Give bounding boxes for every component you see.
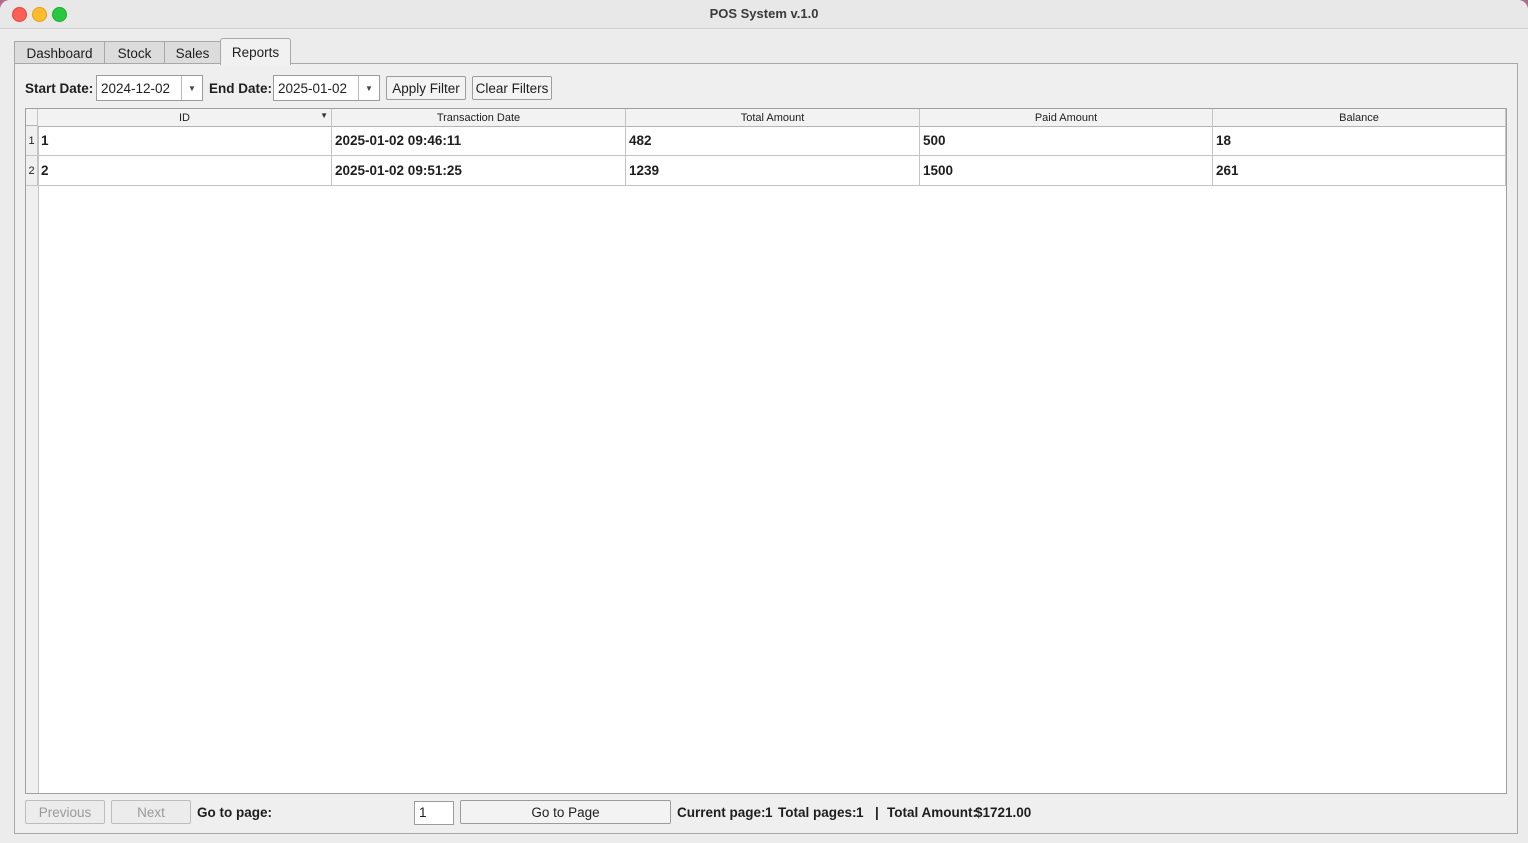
column-header-id[interactable]: ID ▼ bbox=[38, 109, 332, 126]
table-header-row: ID ▼ Transaction Date Total Amount Paid … bbox=[38, 109, 1506, 127]
chevron-down-icon[interactable]: ▼ bbox=[181, 76, 202, 100]
table-row[interactable]: 2 2 2025-01-02 09:51:25 1239 1500 261 bbox=[26, 156, 1506, 186]
window-title: POS System v.1.0 bbox=[709, 6, 819, 21]
end-date-picker[interactable]: 2025-01-02 ▼ bbox=[273, 75, 380, 101]
column-header-transaction-date[interactable]: Transaction Date bbox=[332, 109, 626, 126]
chevron-down-icon[interactable]: ▼ bbox=[358, 76, 379, 100]
tab-dashboard[interactable]: Dashboard bbox=[14, 41, 105, 64]
tab-reports[interactable]: Reports bbox=[220, 38, 291, 65]
row-number[interactable]: 2 bbox=[26, 156, 38, 185]
sort-arrow-icon: ▼ bbox=[320, 111, 328, 120]
row-header-column bbox=[26, 109, 39, 793]
info-separator: | bbox=[875, 805, 879, 820]
cell-paid-amount[interactable]: 500 bbox=[920, 126, 1213, 155]
column-header-balance[interactable]: Balance bbox=[1213, 109, 1506, 126]
previous-page-button[interactable]: Previous bbox=[25, 800, 105, 824]
total-pages-value: 1 bbox=[856, 805, 864, 820]
column-header-label: ID bbox=[179, 111, 190, 124]
title-bar: POS System v.1.0 bbox=[0, 0, 1528, 29]
tab-stock[interactable]: Stock bbox=[104, 41, 165, 64]
page-number-input[interactable]: 1 bbox=[414, 801, 454, 825]
cell-total-amount[interactable]: 482 bbox=[626, 126, 920, 155]
row-number[interactable]: 1 bbox=[26, 126, 38, 155]
next-page-button[interactable]: Next bbox=[111, 800, 191, 824]
total-amount-value: $1721.00 bbox=[975, 805, 1032, 820]
app-window: POS System v.1.0 Dashboard Stock Sales R… bbox=[0, 0, 1528, 843]
start-date-picker[interactable]: 2024-12-02 ▼ bbox=[96, 75, 203, 101]
table-corner[interactable] bbox=[26, 109, 38, 126]
cell-total-amount[interactable]: 1239 bbox=[626, 156, 920, 185]
cell-transaction-date[interactable]: 2025-01-02 09:46:11 bbox=[332, 126, 626, 155]
end-date-value: 2025-01-02 bbox=[278, 81, 348, 96]
go-to-page-label: Go to page: bbox=[197, 805, 272, 820]
cell-paid-amount[interactable]: 1500 bbox=[920, 156, 1213, 185]
cell-id[interactable]: 1 bbox=[38, 126, 332, 155]
current-page-label: Current page: bbox=[677, 805, 766, 820]
column-header-total-amount[interactable]: Total Amount bbox=[626, 109, 920, 126]
current-page-value: 1 bbox=[765, 805, 773, 820]
tab-sales[interactable]: Sales bbox=[164, 41, 221, 64]
table-row[interactable]: 1 1 2025-01-02 09:46:11 482 500 18 bbox=[26, 126, 1506, 156]
cell-balance[interactable]: 18 bbox=[1213, 126, 1506, 155]
transactions-table: ID ▼ Transaction Date Total Amount Paid … bbox=[25, 108, 1507, 794]
clear-filters-button[interactable]: Clear Filters bbox=[472, 76, 552, 100]
cell-transaction-date[interactable]: 2025-01-02 09:51:25 bbox=[332, 156, 626, 185]
start-date-value: 2024-12-02 bbox=[101, 81, 171, 96]
total-amount-label: Total Amount: bbox=[887, 805, 977, 820]
end-date-label: End Date: bbox=[209, 81, 273, 96]
start-date-label: Start Date: bbox=[25, 81, 94, 96]
go-to-page-button[interactable]: Go to Page bbox=[460, 800, 671, 824]
cell-balance[interactable]: 261 bbox=[1213, 156, 1506, 185]
total-pages-label: Total pages: bbox=[778, 805, 857, 820]
column-header-paid-amount[interactable]: Paid Amount bbox=[920, 109, 1213, 126]
apply-filter-button[interactable]: Apply Filter bbox=[386, 76, 466, 100]
cell-id[interactable]: 2 bbox=[38, 156, 332, 185]
